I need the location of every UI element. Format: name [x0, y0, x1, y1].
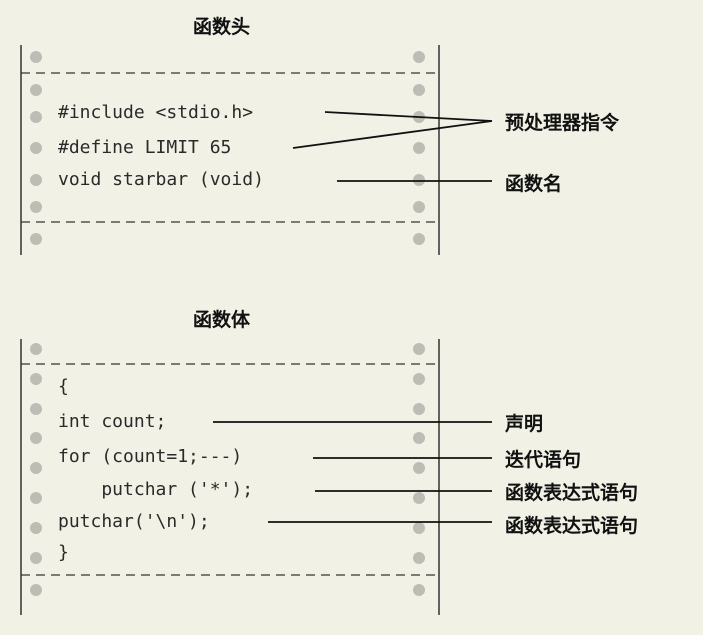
label-iteration-statement: 迭代语句 — [505, 449, 582, 471]
leader-line-define — [292, 120, 493, 149]
diagram-graphics — [20, 45, 493, 615]
label-function-name: 函数名 — [505, 173, 563, 195]
code-line-putchar-newline: putchar('\n'); — [58, 511, 210, 532]
label-preprocessor-directive: 预处理器指令 — [505, 112, 620, 134]
code-line-function-signature: void starbar (void) — [58, 169, 264, 190]
code-line-define: #define LIMIT 65 — [58, 137, 232, 158]
body-perforation-holes — [30, 343, 425, 596]
leader-line-include — [324, 111, 493, 122]
label-declaration: 声明 — [505, 413, 544, 435]
body-code-frame — [20, 339, 440, 615]
code-line-close-brace: } — [58, 542, 69, 563]
label-expression-statement-1: 函数表达式语句 — [505, 482, 639, 504]
code-line-for-loop: for (count=1;---) — [58, 446, 243, 467]
code-line-declaration: int count; — [58, 411, 167, 432]
code-line-include: #include <stdio.h> — [58, 102, 254, 123]
label-expression-statement-2: 函数表达式语句 — [505, 515, 639, 537]
code-line-putchar-star: putchar ('*'); — [58, 479, 254, 500]
code-line-open-brace: { — [58, 376, 69, 397]
body-section-title: 函数体 — [193, 309, 251, 331]
